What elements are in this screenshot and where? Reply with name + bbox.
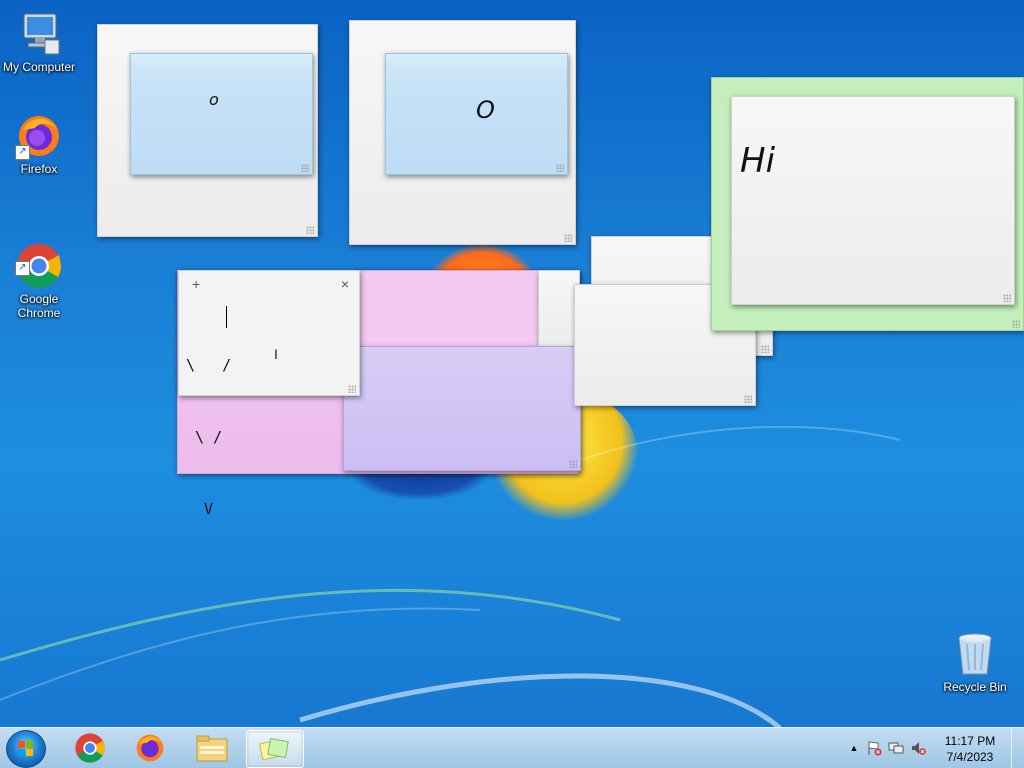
resize-grip[interactable] <box>301 164 309 172</box>
shortcut-arrow-icon: ↗ <box>15 261 30 276</box>
sticky-note-blue-1[interactable]: o <box>130 53 313 175</box>
resize-grip[interactable] <box>744 395 752 403</box>
taskbar-file-explorer-button[interactable] <box>184 730 240 766</box>
sticky-note-hi[interactable]: Hi <box>731 96 1015 305</box>
sticky-note-pink-2[interactable] <box>355 270 542 348</box>
note-text[interactable]: O <box>476 96 495 124</box>
note-text-line: V <box>186 500 214 518</box>
firefox-icon <box>136 734 164 762</box>
note-text[interactable]: o <box>209 90 219 109</box>
desktop-icon-my-computer[interactable]: My Computer <box>0 10 78 74</box>
clock-date: 7/4/2023 <box>946 750 994 764</box>
taskbar-sticky-notes-button[interactable] <box>246 730 304 768</box>
resize-grip[interactable] <box>348 385 356 393</box>
sticky-notes-icon <box>258 737 289 761</box>
resize-grip[interactable] <box>569 460 577 468</box>
note-text-area[interactable]: \ / \ / V <box>186 305 231 569</box>
sticky-note-purple-1[interactable] <box>343 346 581 471</box>
firefox-icon: ↗ <box>15 112 63 160</box>
desktop-icon-recycle-bin[interactable]: Recycle Bin <box>936 630 1014 694</box>
windows-flag-icon <box>18 741 34 757</box>
desktop-icon-google-chrome[interactable]: ↗ Google Chrome <box>0 214 78 334</box>
desktop-icon-label: Recycle Bin <box>943 680 1007 694</box>
add-note-button[interactable]: + <box>192 276 200 292</box>
taskbar-chrome-button[interactable] <box>62 730 118 766</box>
clock-time: 11:17 PM <box>944 734 996 748</box>
text-caret <box>226 306 227 328</box>
resize-grip[interactable] <box>556 164 564 172</box>
resize-grip[interactable] <box>306 226 314 234</box>
windows-start-icon[interactable] <box>6 730 46 768</box>
resize-grip[interactable] <box>1012 320 1020 328</box>
taskbar: ▲ 11:17 PM 7/4/2023 <box>0 727 1024 768</box>
desktop-icon-label: Google Chrome <box>17 292 61 320</box>
resize-grip[interactable] <box>761 345 769 353</box>
i-beam-cursor-icon: I <box>274 346 278 362</box>
file-explorer-icon <box>196 735 228 762</box>
show-hidden-icons-chevron[interactable]: ▲ <box>846 740 862 756</box>
clock[interactable]: 11:17 PM 7/4/2023 <box>940 733 1000 765</box>
close-note-button[interactable]: × <box>341 276 349 292</box>
system-tray: ▲ 11:17 PM 7/4/2023 <box>824 728 1024 768</box>
sticky-note-blue-2[interactable]: O <box>385 53 568 175</box>
recycle-bin-icon <box>951 630 999 678</box>
resize-grip[interactable] <box>1003 294 1011 302</box>
shortcut-arrow-icon: ↗ <box>15 145 30 160</box>
taskbar-firefox-button[interactable] <box>122 730 178 766</box>
volume-muted-icon[interactable] <box>910 740 926 756</box>
computer-icon <box>15 10 63 58</box>
network-icon[interactable] <box>888 740 904 756</box>
note-text-line: \ / <box>186 356 232 374</box>
desktop-icon-label: My Computer <box>2 60 76 74</box>
resize-grip[interactable] <box>564 234 572 242</box>
show-desktop-button[interactable] <box>1011 728 1024 768</box>
chrome-icon: ↗ <box>15 228 63 288</box>
note-header[interactable] <box>179 271 359 295</box>
sticky-note-active[interactable]: + × \ / \ / V I <box>178 270 360 518</box>
note-text[interactable]: Hi <box>740 141 775 181</box>
chrome-icon <box>75 733 105 763</box>
desktop-icon-label: Firefox <box>20 162 58 176</box>
desktop-icon-firefox[interactable]: ↗ Firefox <box>0 112 78 176</box>
action-center-flag-icon[interactable] <box>866 740 882 756</box>
note-text-line: \ / <box>186 428 223 446</box>
